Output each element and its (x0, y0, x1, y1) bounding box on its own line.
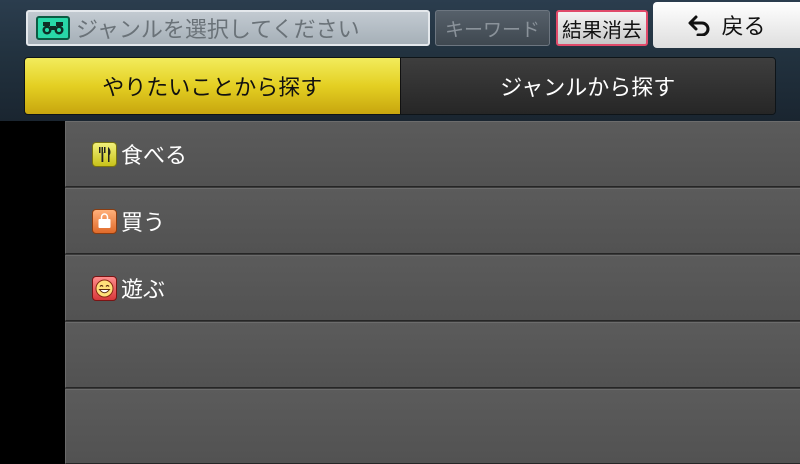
genre-search-field[interactable]: ジャンルを選択してください (26, 10, 430, 46)
list-item-label: 遊ぶ (121, 278, 166, 303)
back-button[interactable]: 戻る (653, 2, 800, 48)
fork-knife-icon (92, 141, 117, 167)
genre-placeholder: ジャンルを選択してください (76, 18, 360, 43)
shopping-bag-icon (92, 208, 117, 234)
list-item-empty (65, 322, 800, 388)
list-item-label: 食べる (121, 144, 188, 169)
search-mode-tabs: やりたいことから探す ジャンルから探す (24, 57, 776, 115)
tab-by-genre[interactable]: ジャンルから探す (399, 58, 775, 114)
smiley-icon (92, 275, 117, 301)
list-item-empty (65, 389, 800, 464)
list-item-eat[interactable]: 食べる (65, 121, 800, 187)
clear-results-button[interactable]: 結果消去 (556, 10, 648, 46)
tab-by-activity[interactable]: やりたいことから探す (25, 58, 400, 114)
list-item-label: 買う (121, 211, 166, 236)
back-label: 戻る (721, 15, 766, 40)
binoculars-icon (36, 16, 70, 40)
list-item-play[interactable]: 遊ぶ (65, 255, 800, 321)
keyword-button[interactable]: キーワード (435, 10, 550, 46)
list-item-buy[interactable]: 買う (65, 188, 800, 254)
top-bar: ジャンルを選択してください キーワード 結果消去 戻る やりたいことから探す ジ… (0, 0, 800, 121)
activity-list: 食べる 買う 遊ぶ (65, 121, 800, 464)
return-arrow-icon (687, 14, 713, 36)
